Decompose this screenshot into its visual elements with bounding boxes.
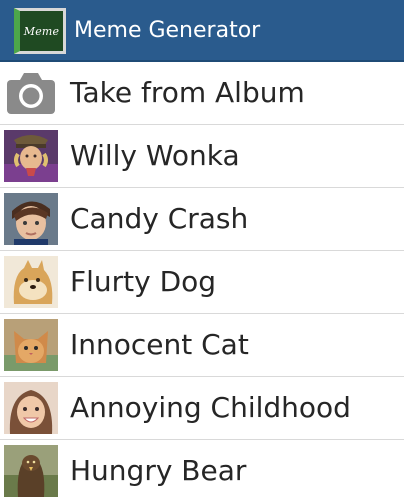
- list-item-hungry-bear[interactable]: Hungry Bear: [0, 440, 404, 500]
- flurty-dog-thumbnail: [4, 256, 58, 308]
- list-item-label: Willy Wonka: [70, 139, 240, 172]
- annoying-childhood-thumbnail: [4, 382, 58, 434]
- camera-icon: [4, 67, 58, 119]
- list-item-annoying-childhood[interactable]: Annoying Childhood: [0, 377, 404, 440]
- list-item-candy-crash[interactable]: Candy Crash: [0, 188, 404, 251]
- action-bar: Meme Meme Generator: [0, 0, 404, 62]
- list-item-innocent-cat[interactable]: Innocent Cat: [0, 314, 404, 377]
- willy-wonka-thumbnail: [4, 130, 58, 182]
- meme-generator-app: Meme Meme Generator Take from Album Will…: [0, 0, 404, 500]
- candy-crash-thumbnail: [4, 193, 58, 245]
- list-item-label: Flurty Dog: [70, 265, 217, 298]
- list-item-label: Take from Album: [70, 76, 305, 109]
- list-item-label: Annoying Childhood: [70, 391, 351, 424]
- list-item-take-from-album[interactable]: Take from Album: [0, 62, 404, 125]
- list-item-willy-wonka[interactable]: Willy Wonka: [0, 125, 404, 188]
- app-logo-text: Meme: [23, 24, 60, 38]
- list-item-flurty-dog[interactable]: Flurty Dog: [0, 251, 404, 314]
- list-item-label: Hungry Bear: [70, 454, 247, 487]
- list-item-label: Innocent Cat: [70, 328, 249, 361]
- hungry-bear-thumbnail: [4, 445, 58, 497]
- meme-list: Take from Album Willy Wonka Candy Crash …: [0, 62, 404, 500]
- innocent-cat-thumbnail: [4, 319, 58, 371]
- list-item-label: Candy Crash: [70, 202, 249, 235]
- app-logo[interactable]: Meme: [14, 8, 66, 54]
- app-title: Meme Generator: [74, 18, 261, 43]
